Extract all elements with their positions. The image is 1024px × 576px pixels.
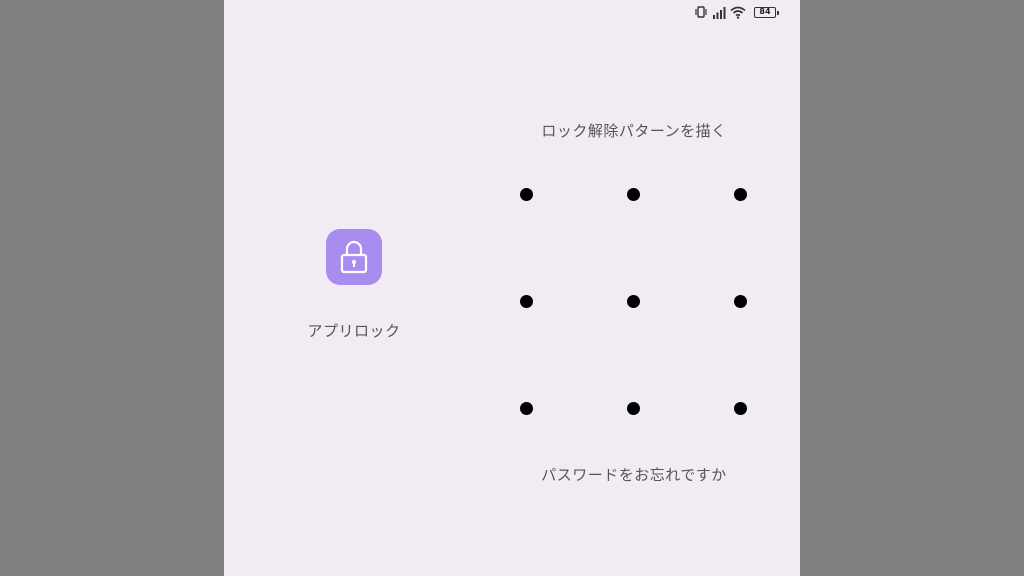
pattern-dot[interactable] xyxy=(626,187,640,201)
forgot-password-link[interactable]: パスワードをお忘れですか xyxy=(514,464,754,485)
signal-icon xyxy=(713,6,726,19)
battery-icon: 84 xyxy=(754,6,779,18)
status-bar: 84 xyxy=(694,4,779,20)
pattern-dot[interactable] xyxy=(733,294,747,308)
pattern-grid[interactable] xyxy=(506,174,756,424)
pattern-dot[interactable] xyxy=(626,401,640,415)
app-info: アプリロック xyxy=(284,229,424,341)
pattern-dot[interactable] xyxy=(733,401,747,415)
wifi-icon xyxy=(730,6,746,19)
pattern-prompt: ロック解除パターンを描く xyxy=(541,122,727,140)
lock-screen: 84 アプリロック ロック解除パターンを描く パスワードをお忘れですか xyxy=(224,0,800,576)
pattern-dot[interactable] xyxy=(519,294,533,308)
pattern-dot[interactable] xyxy=(626,294,640,308)
pattern-dot[interactable] xyxy=(519,187,533,201)
battery-level: 84 xyxy=(759,7,771,16)
lock-icon xyxy=(340,240,368,274)
vibrate-icon xyxy=(695,6,707,18)
pattern-dot[interactable] xyxy=(733,187,747,201)
app-name: アプリロック xyxy=(307,322,401,340)
app-icon xyxy=(326,229,382,285)
pattern-dot[interactable] xyxy=(519,401,533,415)
